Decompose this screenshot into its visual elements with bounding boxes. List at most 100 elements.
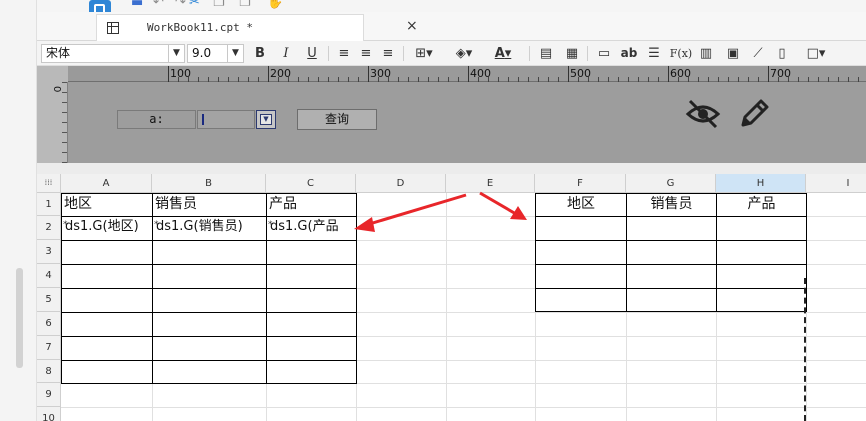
merge-cells-icon[interactable]: ▤ bbox=[537, 44, 555, 63]
row-header-5[interactable]: 5 bbox=[37, 288, 61, 312]
border-icon[interactable]: ⊞▾ bbox=[409, 44, 439, 63]
image-icon[interactable]: ▣ bbox=[723, 44, 743, 63]
cell-c2[interactable]: * ds1.G(产品 bbox=[266, 216, 357, 241]
bold-button[interactable]: B bbox=[251, 44, 269, 63]
cell-g3[interactable] bbox=[626, 240, 717, 265]
cell-a7[interactable] bbox=[61, 336, 153, 361]
row-header-3[interactable]: 3 bbox=[37, 240, 61, 264]
cut-icon[interactable]: ✂ bbox=[189, 0, 200, 10]
underline-button[interactable]: U bbox=[303, 44, 321, 63]
cell-f4[interactable] bbox=[535, 264, 627, 289]
cell-b8[interactable] bbox=[152, 360, 267, 384]
bar-chart-icon[interactable]: ▥ bbox=[697, 44, 715, 63]
paste-icon[interactable]: ❐ bbox=[239, 0, 251, 10]
copy-icon[interactable]: ❐ bbox=[213, 0, 225, 10]
column-header-b[interactable]: B bbox=[152, 174, 266, 193]
cell-b7[interactable] bbox=[152, 336, 267, 361]
cell-a4[interactable] bbox=[61, 264, 153, 289]
parameter-label[interactable]: a: bbox=[117, 110, 196, 129]
left-scrollbar[interactable] bbox=[16, 268, 23, 368]
row-header-1[interactable]: 1 bbox=[37, 193, 61, 216]
font-family-select[interactable]: 宋体 ▼ bbox=[41, 44, 185, 63]
cell-a6[interactable] bbox=[61, 312, 153, 337]
format-toolbar: 宋体 ▼ 9.0 ▼ B I U ≡ ≡ ≡ ⊞▾ ◈▾ A▾ ▤ ▦ ▭ ab… bbox=[37, 41, 866, 66]
workbook-icon bbox=[107, 22, 119, 34]
column-header-f[interactable]: F bbox=[535, 174, 626, 193]
insert-row-icon[interactable]: ▭ bbox=[595, 44, 613, 63]
row-header-4[interactable]: 4 bbox=[37, 264, 61, 288]
row-header-10[interactable]: 10 bbox=[37, 407, 61, 421]
parameter-dropdown-button[interactable]: ▼ bbox=[256, 110, 276, 129]
cell-c6[interactable] bbox=[266, 312, 357, 337]
row-header-7[interactable]: 7 bbox=[37, 336, 61, 360]
cell-b3[interactable] bbox=[152, 240, 267, 265]
align-center-icon[interactable]: ≡ bbox=[357, 44, 375, 63]
format-painter-icon[interactable]: ✋ bbox=[267, 0, 283, 10]
cell-a1[interactable]: 地区 bbox=[61, 193, 153, 217]
save-icon[interactable]: ▬ bbox=[131, 0, 143, 10]
parameter-input[interactable] bbox=[197, 110, 255, 129]
cell-b5[interactable] bbox=[152, 288, 267, 313]
font-size-select[interactable]: 9.0 ▼ bbox=[187, 44, 244, 63]
font-color-icon[interactable]: A▾ bbox=[487, 44, 519, 63]
widget-icon[interactable]: □▾ bbox=[801, 44, 831, 63]
undo-icon[interactable]: ↶ bbox=[153, 0, 164, 10]
cell-a8[interactable] bbox=[61, 360, 153, 384]
column-header-i[interactable]: I bbox=[806, 174, 866, 193]
fill-color-icon[interactable]: ◈▾ bbox=[449, 44, 479, 63]
cell-h4[interactable] bbox=[716, 264, 807, 289]
cell-f5[interactable] bbox=[535, 288, 627, 312]
italic-button[interactable]: I bbox=[277, 44, 295, 63]
cell-h5[interactable] bbox=[716, 288, 807, 312]
cell-c8[interactable] bbox=[266, 360, 357, 384]
select-all-corner[interactable]: ⁞⁞⁞ bbox=[37, 174, 61, 193]
tab-close-icon[interactable]: × bbox=[406, 18, 418, 34]
formula-button[interactable]: F(x) bbox=[669, 44, 693, 63]
column-header-e[interactable]: E bbox=[446, 174, 535, 193]
row-header-9[interactable]: 9 bbox=[37, 383, 61, 407]
cell-b6[interactable] bbox=[152, 312, 267, 337]
align-right-icon[interactable]: ≡ bbox=[379, 44, 397, 63]
cell-g4[interactable] bbox=[626, 264, 717, 289]
cell-g1[interactable]: 销售员 bbox=[626, 193, 717, 217]
column-header-h[interactable]: H bbox=[716, 174, 806, 193]
row-header-2[interactable]: 2 bbox=[37, 216, 61, 240]
column-header-c[interactable]: C bbox=[266, 174, 356, 193]
row-header-8[interactable]: 8 bbox=[37, 360, 61, 383]
slash-icon[interactable]: ⟋ bbox=[749, 44, 767, 63]
query-button[interactable]: 查询 bbox=[297, 109, 377, 130]
pencil-icon[interactable] bbox=[737, 97, 771, 131]
column-header-a[interactable]: A bbox=[61, 174, 152, 193]
cell-c3[interactable] bbox=[266, 240, 357, 265]
redo-icon[interactable]: ↷ bbox=[175, 0, 186, 10]
cell-f1[interactable]: 地区 bbox=[535, 193, 627, 217]
cell-g5[interactable] bbox=[626, 288, 717, 312]
cell-b2[interactable]: * ds1.G(销售员) bbox=[152, 216, 267, 241]
expand-marker-icon: * bbox=[63, 220, 68, 230]
paragraph-icon[interactable]: ☰ bbox=[645, 44, 663, 63]
cell-a2[interactable]: * ds1.G(地区) bbox=[61, 216, 153, 241]
cell-c4[interactable] bbox=[266, 264, 357, 289]
cell-c1[interactable]: 产品 bbox=[266, 193, 357, 217]
cell-h3[interactable] bbox=[716, 240, 807, 265]
cell-b1[interactable]: 销售员 bbox=[152, 193, 267, 217]
column-header-g[interactable]: G bbox=[626, 174, 716, 193]
cell-c5[interactable] bbox=[266, 288, 357, 313]
cell-c7[interactable] bbox=[266, 336, 357, 361]
cell-f3[interactable] bbox=[535, 240, 627, 265]
text-cell-button[interactable]: ab bbox=[619, 44, 639, 63]
cell-a5[interactable] bbox=[61, 288, 153, 313]
column-header-d[interactable]: D bbox=[356, 174, 446, 193]
row-header-6[interactable]: 6 bbox=[37, 312, 61, 336]
cell-b4[interactable] bbox=[152, 264, 267, 289]
split-cells-icon[interactable]: ▦ bbox=[563, 44, 581, 63]
cell-h1[interactable]: 产品 bbox=[716, 193, 807, 217]
cell-h2[interactable] bbox=[716, 216, 807, 241]
eye-off-icon[interactable] bbox=[685, 99, 721, 129]
cell-f2[interactable] bbox=[535, 216, 627, 241]
tab-workbook11[interactable]: WorkBook11.cpt * × bbox=[96, 14, 418, 41]
cell-g2[interactable] bbox=[626, 216, 717, 241]
align-left-icon[interactable]: ≡ bbox=[335, 44, 353, 63]
sub-report-icon[interactable]: ▯ bbox=[773, 44, 791, 63]
cell-a3[interactable] bbox=[61, 240, 153, 265]
